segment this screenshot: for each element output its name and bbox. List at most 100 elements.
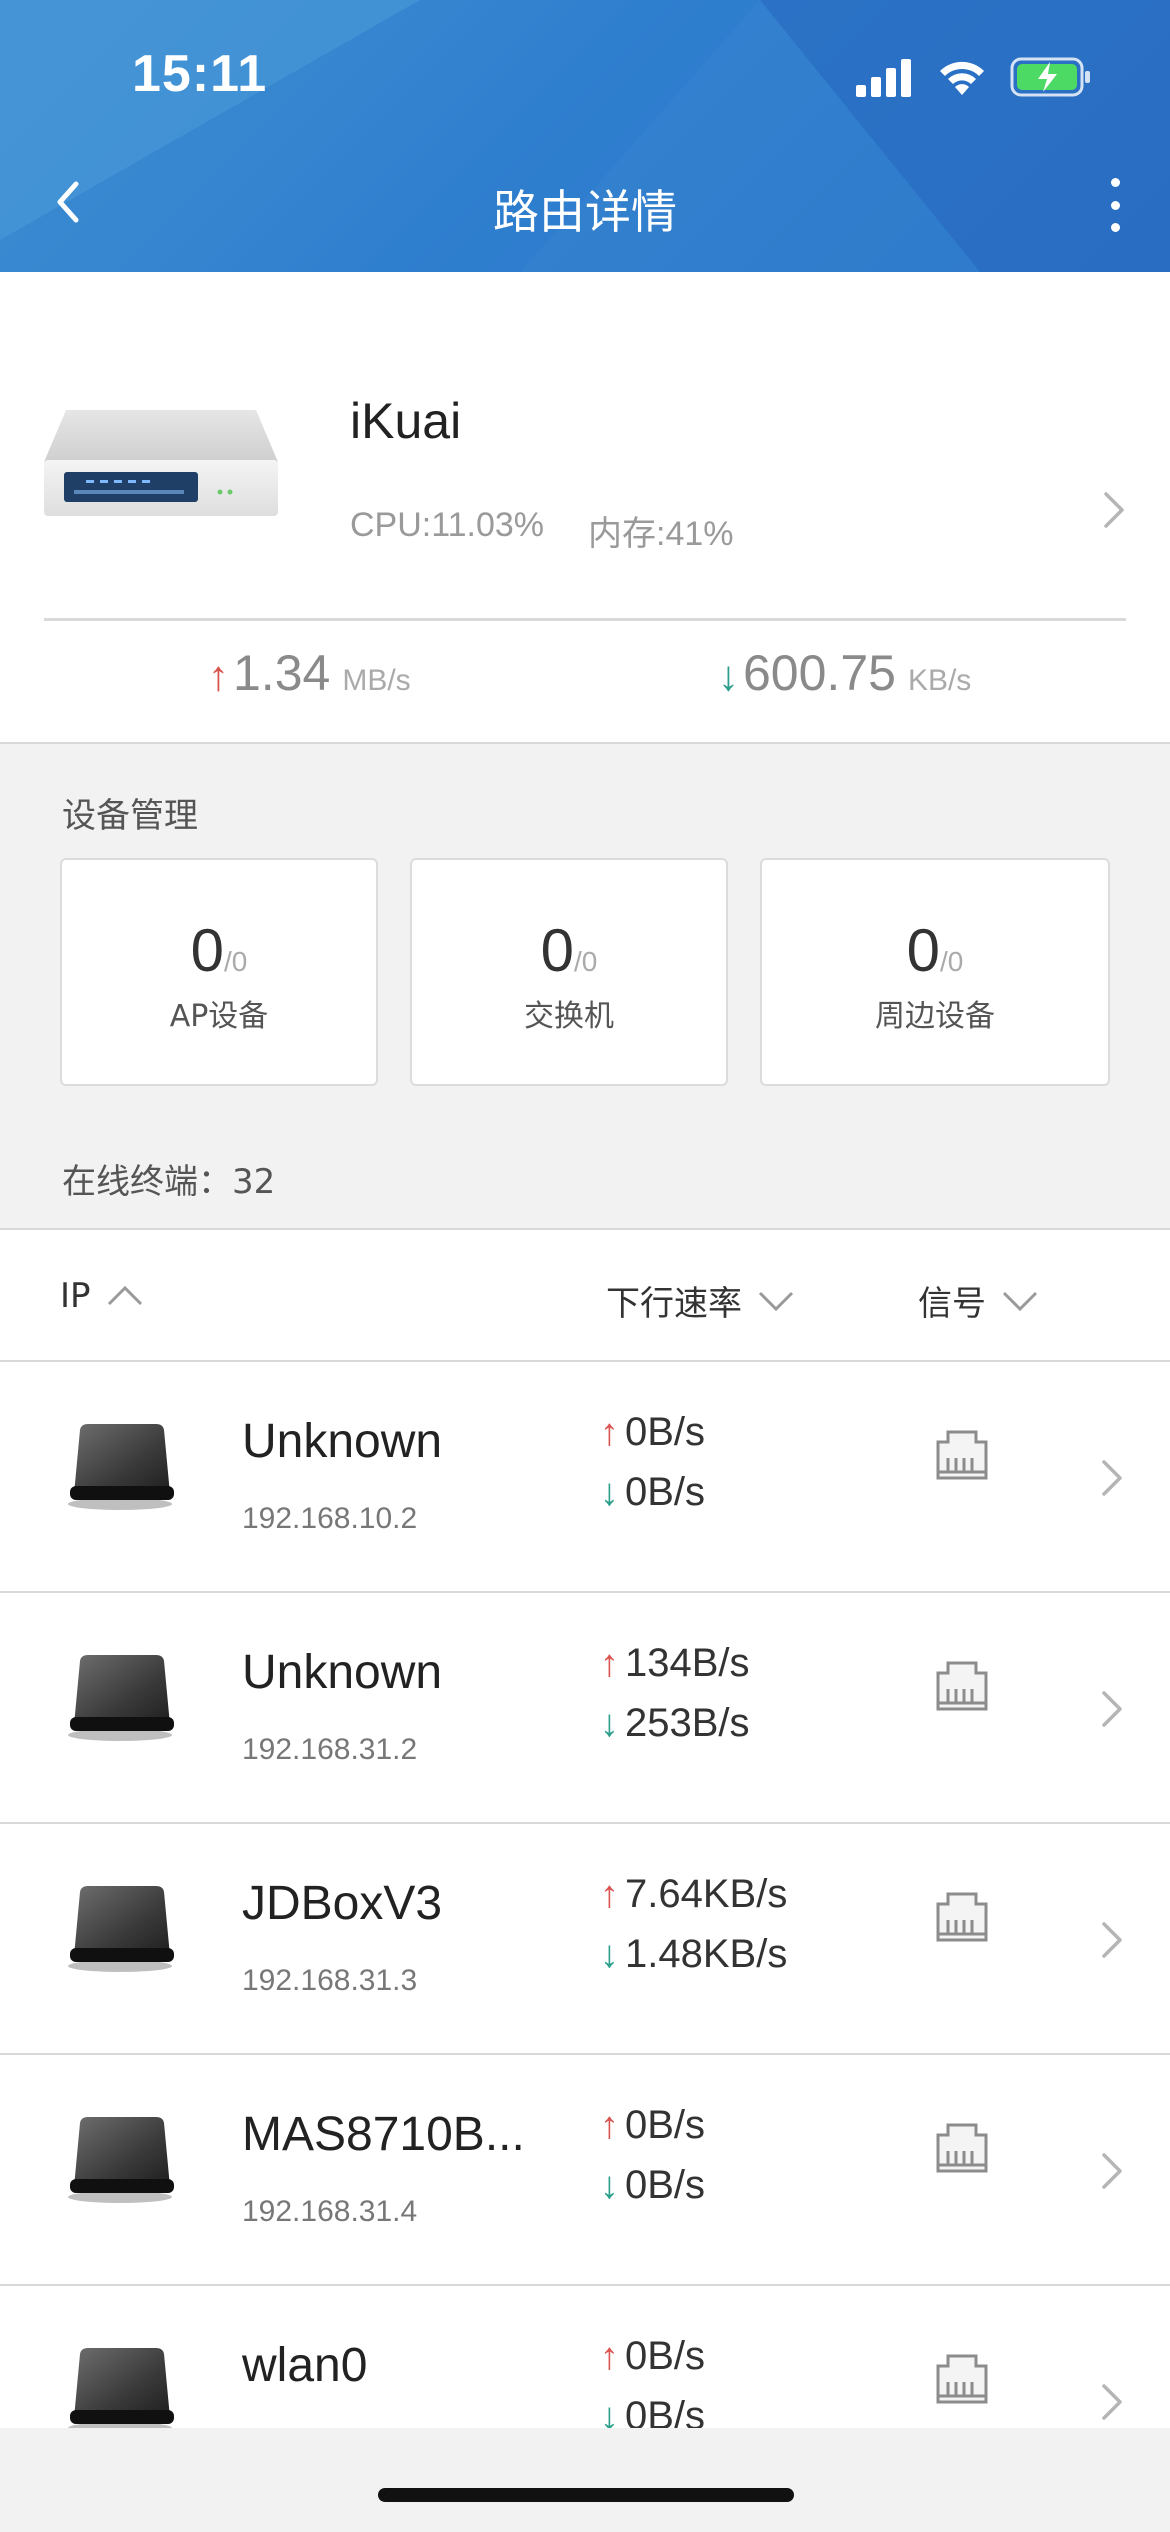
device-box-icon xyxy=(68,1655,174,1741)
client-ip: 192.168.10.2 xyxy=(242,1502,418,1535)
router-name: iKuai xyxy=(350,393,462,449)
memory-usage: 内存:41% xyxy=(588,515,734,553)
chevron-right-icon[interactable] xyxy=(1102,490,1126,530)
chevron-down-icon xyxy=(1002,1291,1038,1311)
download-arrow-icon: ↓ xyxy=(600,2165,619,2207)
ap-devices-card[interactable]: 0/0 AP设备 xyxy=(60,858,378,1086)
download-arrow-icon: ↓ xyxy=(600,1703,619,1745)
chevron-right-icon[interactable] xyxy=(1100,1920,1124,1960)
router-device-image xyxy=(44,410,278,516)
status-time: 15:11 xyxy=(132,45,268,103)
device-box-icon xyxy=(68,2117,174,2203)
client-ip: 192.168.31.2 xyxy=(242,1733,418,1766)
peripheral-devices-label: 周边设备 xyxy=(875,999,995,1034)
ap-devices-count: 0/0 xyxy=(190,917,248,984)
upload-arrow-icon: ↑ xyxy=(208,652,229,699)
more-menu-icon[interactable] xyxy=(1100,178,1130,232)
battery-charging-icon xyxy=(1010,57,1090,97)
cpu-usage: CPU:11.03% xyxy=(350,506,545,544)
upload-rate-value: 0B/s xyxy=(625,2103,706,2147)
upload-speed: ↑ 1.34 MB/s xyxy=(208,644,411,702)
upload-arrow-icon: ↑ xyxy=(600,1874,619,1916)
client-row[interactable]: Unknown 192.168.10.2 ↑ 0B/s ↓ 0B/s xyxy=(0,1362,1170,1593)
download-rate-value: 1.48KB/s xyxy=(625,1932,788,1976)
download-rate-value: 0B/s xyxy=(625,2163,706,2207)
download-speed-value: 600.75 xyxy=(743,645,896,701)
client-name: Unknown xyxy=(242,1415,443,1468)
ethernet-port-icon xyxy=(936,2123,988,2173)
sort-by-ip[interactable]: IP xyxy=(60,1276,145,1316)
home-indicator[interactable] xyxy=(378,2488,794,2502)
chevron-down-icon xyxy=(758,1291,794,1311)
device-box-icon xyxy=(68,2348,174,2434)
client-ip: 192.168.31.4 xyxy=(242,2195,418,2228)
client-upload-rate: ↑ 0B/s xyxy=(600,2103,705,2148)
upload-rate-value: 0B/s xyxy=(625,2334,706,2378)
router-summary-card[interactable]: iKuai CPU:11.03% 内存:41% ↑ 1.34 MB/s ↓ 60… xyxy=(0,272,1170,742)
switches-count: 0/0 xyxy=(540,917,598,984)
download-rate-value: 0B/s xyxy=(625,1470,706,1514)
upload-speed-unit: MB/s xyxy=(342,664,411,697)
bottom-safe-area xyxy=(0,2428,1170,2532)
rate-column-header: 下行速率 xyxy=(606,1284,742,1324)
client-upload-rate: ↑ 0B/s xyxy=(600,2334,705,2379)
sort-by-signal[interactable]: 信号 xyxy=(918,1276,1040,1325)
client-name: MAS8710B... xyxy=(242,2108,525,2161)
download-speed: ↓ 600.75 KB/s xyxy=(718,644,971,702)
client-upload-rate: ↑ 0B/s xyxy=(600,1410,705,1455)
client-download-rate: ↓ 1.48KB/s xyxy=(600,1932,787,1977)
wifi-icon xyxy=(940,61,984,95)
ethernet-port-icon xyxy=(936,1661,988,1711)
upload-arrow-icon: ↑ xyxy=(600,1412,619,1454)
ip-column-header: IP xyxy=(60,1276,91,1316)
ethernet-port-icon xyxy=(936,1430,988,1480)
upload-rate-value: 0B/s xyxy=(625,1410,706,1454)
online-terminals-count: 在线终端：32 xyxy=(62,1162,276,1202)
switches-label: 交换机 xyxy=(524,999,614,1034)
page-title: 路由详情 xyxy=(493,185,677,239)
client-ip: 192.168.31.3 xyxy=(242,1964,418,1997)
ap-devices-label: AP设备 xyxy=(169,999,269,1034)
chevron-right-icon[interactable] xyxy=(1100,1458,1124,1498)
sort-by-download-rate[interactable]: 下行速率 xyxy=(606,1276,796,1325)
ethernet-port-icon xyxy=(936,2354,988,2404)
client-row[interactable]: MAS8710B... 192.168.31.4 ↑ 0B/s ↓ 0B/s xyxy=(0,2055,1170,2286)
router-speed-row: ↑ 1.34 MB/s ↓ 600.75 KB/s xyxy=(0,644,1170,724)
cellular-signal-icon xyxy=(856,59,911,97)
chevron-right-icon[interactable] xyxy=(1100,2382,1124,2422)
client-table-header: IP 下行速率 信号 xyxy=(0,1228,1170,1362)
chevron-right-icon[interactable] xyxy=(1100,2151,1124,2191)
divider xyxy=(44,618,1126,621)
client-name: Unknown xyxy=(242,1646,443,1699)
chevron-right-icon[interactable] xyxy=(1100,1689,1124,1729)
client-download-rate: ↓ 0B/s xyxy=(600,1470,705,1515)
client-name: wlan0 xyxy=(242,2339,368,2392)
client-upload-rate: ↑ 7.64KB/s xyxy=(600,1872,787,1917)
upload-rate-value: 7.64KB/s xyxy=(625,1872,788,1916)
client-download-rate: ↓ 253B/s xyxy=(600,1701,750,1746)
status-icons xyxy=(856,52,1092,102)
client-row[interactable]: Unknown 192.168.31.2 ↑ 134B/s ↓ 253B/s xyxy=(0,1593,1170,1824)
client-row[interactable]: JDBoxV3 192.168.31.3 ↑ 7.64KB/s ↓ 1.48KB… xyxy=(0,1824,1170,2055)
download-arrow-icon: ↓ xyxy=(718,652,739,699)
chevron-up-icon xyxy=(107,1285,142,1306)
peripheral-devices-card[interactable]: 0/0 周边设备 xyxy=(760,858,1110,1086)
device-box-icon xyxy=(68,1886,174,1972)
upload-arrow-icon: ↑ xyxy=(600,1643,619,1685)
signal-column-header: 信号 xyxy=(918,1284,986,1324)
download-speed-unit: KB/s xyxy=(907,664,972,697)
client-download-rate: ↓ 0B/s xyxy=(600,2163,705,2208)
upload-arrow-icon: ↑ xyxy=(600,2105,619,2147)
download-arrow-icon: ↓ xyxy=(600,1934,619,1976)
download-rate-value: 253B/s xyxy=(625,1701,750,1745)
upload-speed-value: 1.34 xyxy=(233,645,331,701)
app-header: 15:11 路由详情 xyxy=(0,0,1170,272)
client-upload-rate: ↑ 134B/s xyxy=(600,1641,750,1686)
router-stats: CPU:11.03% 内存:41% xyxy=(350,506,734,555)
switches-card[interactable]: 0/0 交换机 xyxy=(410,858,728,1086)
ethernet-port-icon xyxy=(936,1892,988,1942)
download-arrow-icon: ↓ xyxy=(600,1472,619,1514)
upload-rate-value: 134B/s xyxy=(625,1641,750,1685)
peripheral-devices-count: 0/0 xyxy=(906,917,964,984)
upload-arrow-icon: ↑ xyxy=(600,2336,619,2378)
